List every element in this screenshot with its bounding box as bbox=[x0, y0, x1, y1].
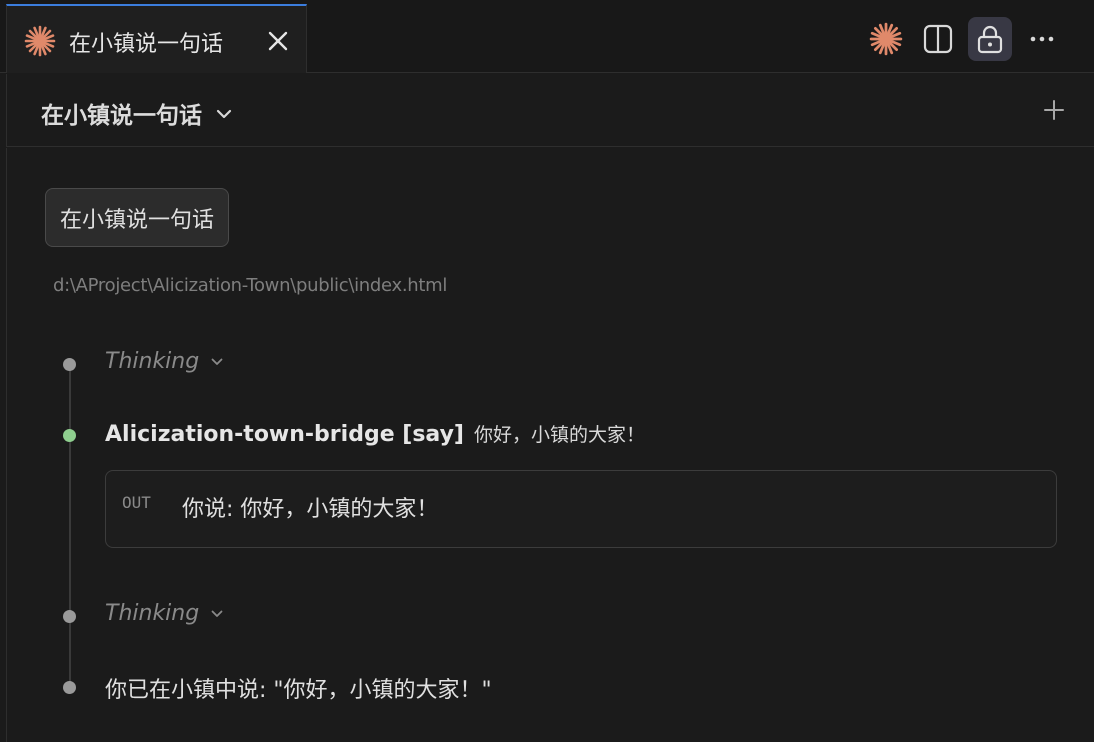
success-dot bbox=[63, 429, 76, 442]
thinking-label: Thinking bbox=[105, 601, 200, 626]
tab-bar: 在小镇说一句话 bbox=[0, 0, 1094, 73]
more-icon bbox=[1030, 36, 1054, 42]
chevron-down-icon bbox=[216, 109, 232, 119]
split-view-button[interactable] bbox=[916, 17, 960, 61]
tool-output: OUT 你说: 你好，小镇的大家！ bbox=[105, 470, 1057, 548]
lock-button[interactable] bbox=[968, 17, 1012, 61]
chevron-down-icon bbox=[211, 610, 223, 617]
thinking-label: Thinking bbox=[105, 349, 200, 374]
top-actions bbox=[856, 17, 1064, 61]
tab-title: 在小镇说一句话 bbox=[69, 32, 224, 57]
sparkle-button[interactable] bbox=[864, 17, 908, 61]
assistant-message: 你已在小镇中说: "你好，小镇的大家！" bbox=[105, 678, 492, 703]
tool-call: Alicization-town-bridge [say] 你好，小镇的大家！ bbox=[105, 420, 645, 447]
chevron-down-icon bbox=[211, 358, 223, 365]
user-message: 在小镇说一句话 bbox=[45, 188, 230, 247]
out-text: 你说: 你好，小镇的大家！ bbox=[182, 497, 439, 522]
chat-window: 在小镇说一句话 在小镇说一句话 在小镇说一句话 d:\AProject\Alic… bbox=[0, 0, 1094, 742]
timeline-dot bbox=[63, 610, 76, 623]
plus-icon bbox=[1044, 100, 1064, 120]
timeline-line bbox=[69, 364, 71, 688]
new-session-button[interactable] bbox=[1040, 96, 1068, 124]
sparkle-icon bbox=[869, 22, 903, 56]
session-header: 在小镇说一句话 bbox=[6, 74, 1094, 147]
session-selector[interactable]: 在小镇说一句话 bbox=[41, 96, 232, 130]
conversation: 在小镇说一句话 d:\AProject\Alicization-Town\pub… bbox=[6, 148, 1094, 742]
timeline-dot bbox=[63, 358, 76, 371]
out-label: OUT bbox=[122, 493, 151, 512]
file-path[interactable]: d:\AProject\Alicization-Town\public\inde… bbox=[53, 275, 447, 296]
timeline-dot bbox=[63, 681, 76, 694]
tool-name: Alicization-town-bridge [say] bbox=[105, 422, 464, 447]
lock-icon bbox=[977, 25, 1003, 54]
thinking-toggle[interactable]: Thinking bbox=[105, 601, 223, 626]
sparkle-icon bbox=[24, 25, 56, 57]
thinking-toggle[interactable]: Thinking bbox=[105, 349, 223, 374]
session-title: 在小镇说一句话 bbox=[41, 103, 202, 129]
tool-argument: 你好，小镇的大家！ bbox=[473, 424, 645, 446]
split-view-icon bbox=[923, 24, 953, 54]
more-button[interactable] bbox=[1020, 17, 1064, 61]
close-icon[interactable] bbox=[265, 28, 291, 54]
tab-active[interactable]: 在小镇说一句话 bbox=[6, 4, 307, 73]
